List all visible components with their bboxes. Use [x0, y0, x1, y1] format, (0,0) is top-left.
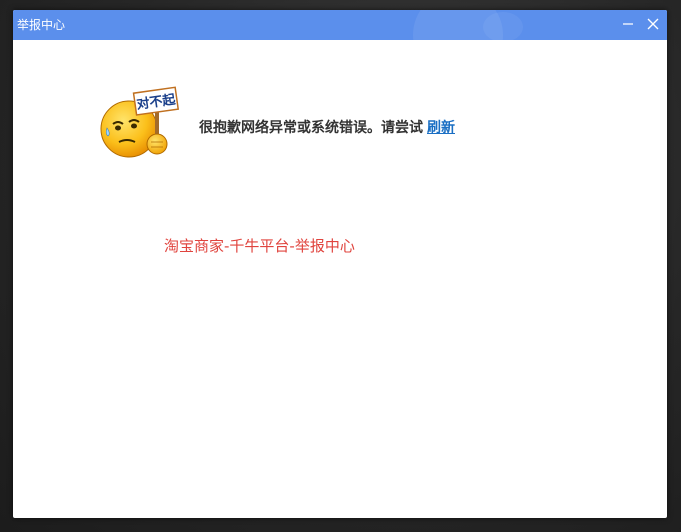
report-center-window: 举报中心 对不起 很抱歉网络异常或系统错误。请尝试 刷新 淘宝商家-千牛平台-举… — [13, 10, 667, 518]
error-message-text: 很抱歉网络异常或系统错误。请尝试 — [199, 120, 423, 136]
window-title: 举报中心 — [17, 18, 66, 32]
title-bar[interactable]: 举报中心 — [13, 10, 667, 40]
refresh-link[interactable]: 刷新 — [427, 120, 455, 136]
title-bar-decoration-2 — [483, 12, 523, 40]
minimize-icon — [623, 23, 633, 25]
close-icon — [647, 18, 659, 30]
minimize-button[interactable] — [616, 12, 640, 36]
app-info-text: 淘宝商家-千牛平台-举报中心 — [164, 237, 355, 255]
sorry-emoticon-icon: 对不起 — [100, 86, 180, 158]
close-button[interactable] — [641, 12, 665, 36]
error-message: 很抱歉网络异常或系统错误。请尝试 刷新 — [199, 117, 455, 137]
